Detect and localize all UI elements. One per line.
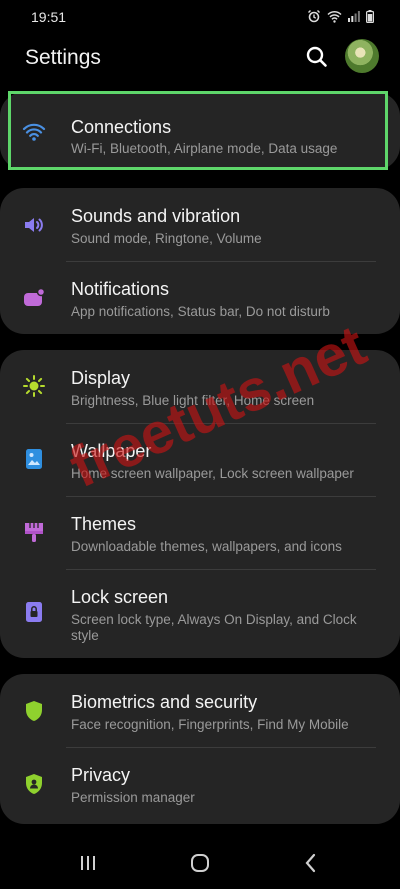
card-security: Biometrics and security Face recognition… <box>0 674 400 824</box>
settings-item-subtitle: Downloadable themes, wallpapers, and ico… <box>71 539 342 554</box>
notification-icon <box>22 286 46 310</box>
avatar[interactable] <box>345 39 379 73</box>
battery-icon <box>366 9 374 23</box>
status-icons <box>307 9 374 23</box>
wallpaper-icon <box>22 447 46 471</box>
settings-item-title: Privacy <box>71 765 131 785</box>
settings-item-title: Display <box>71 368 131 388</box>
settings-item-title: Biometrics and security <box>71 692 258 712</box>
status-time: 19:51 <box>31 9 67 25</box>
page-title: Settings <box>25 46 101 69</box>
settings-item-themes[interactable]: Themes Downloadable themes, wallpapers, … <box>0 496 400 569</box>
settings-item-title: Notifications <box>71 279 170 299</box>
home-icon[interactable] <box>187 850 213 876</box>
settings-item-subtitle: Permission manager <box>71 790 195 805</box>
highlight-box <box>8 91 388 170</box>
brightness-icon <box>22 374 46 398</box>
search-icon[interactable] <box>304 44 330 70</box>
back-icon[interactable] <box>298 850 324 876</box>
wifi-status-icon <box>327 10 342 23</box>
lock-icon <box>22 600 46 624</box>
shield-icon <box>22 699 46 723</box>
settings-item-privacy[interactable]: Privacy Permission manager <box>0 747 400 820</box>
settings-item-subtitle: Screen lock type, Always On Display, and… <box>71 612 357 643</box>
signal-icon <box>348 10 360 22</box>
settings-item-title: Lock screen <box>71 587 169 607</box>
navigation-bar <box>0 836 400 889</box>
themes-icon <box>22 520 46 544</box>
card-sounds-notifications: Sounds and vibration Sound mode, Rington… <box>0 188 400 334</box>
volume-icon <box>22 213 46 237</box>
privacy-shield-icon <box>22 772 46 796</box>
app-bar: Settings <box>0 34 400 86</box>
status-bar: 19:51 <box>0 0 400 34</box>
alarm-icon <box>307 9 321 23</box>
settings-item-biometrics[interactable]: Biometrics and security Face recognition… <box>0 674 400 747</box>
settings-item-subtitle: Face recognition, Fingerprints, Find My … <box>71 717 349 732</box>
settings-item-sounds[interactable]: Sounds and vibration Sound mode, Rington… <box>0 188 400 261</box>
settings-item-lock-screen[interactable]: Lock screen Screen lock type, Always On … <box>0 569 400 658</box>
settings-item-subtitle: App notifications, Status bar, Do not di… <box>71 304 330 319</box>
settings-item-title: Themes <box>71 514 137 534</box>
settings-item-subtitle: Sound mode, Ringtone, Volume <box>71 231 262 246</box>
settings-item-title: Sounds and vibration <box>71 206 241 226</box>
recent-apps-icon[interactable] <box>75 850 101 876</box>
